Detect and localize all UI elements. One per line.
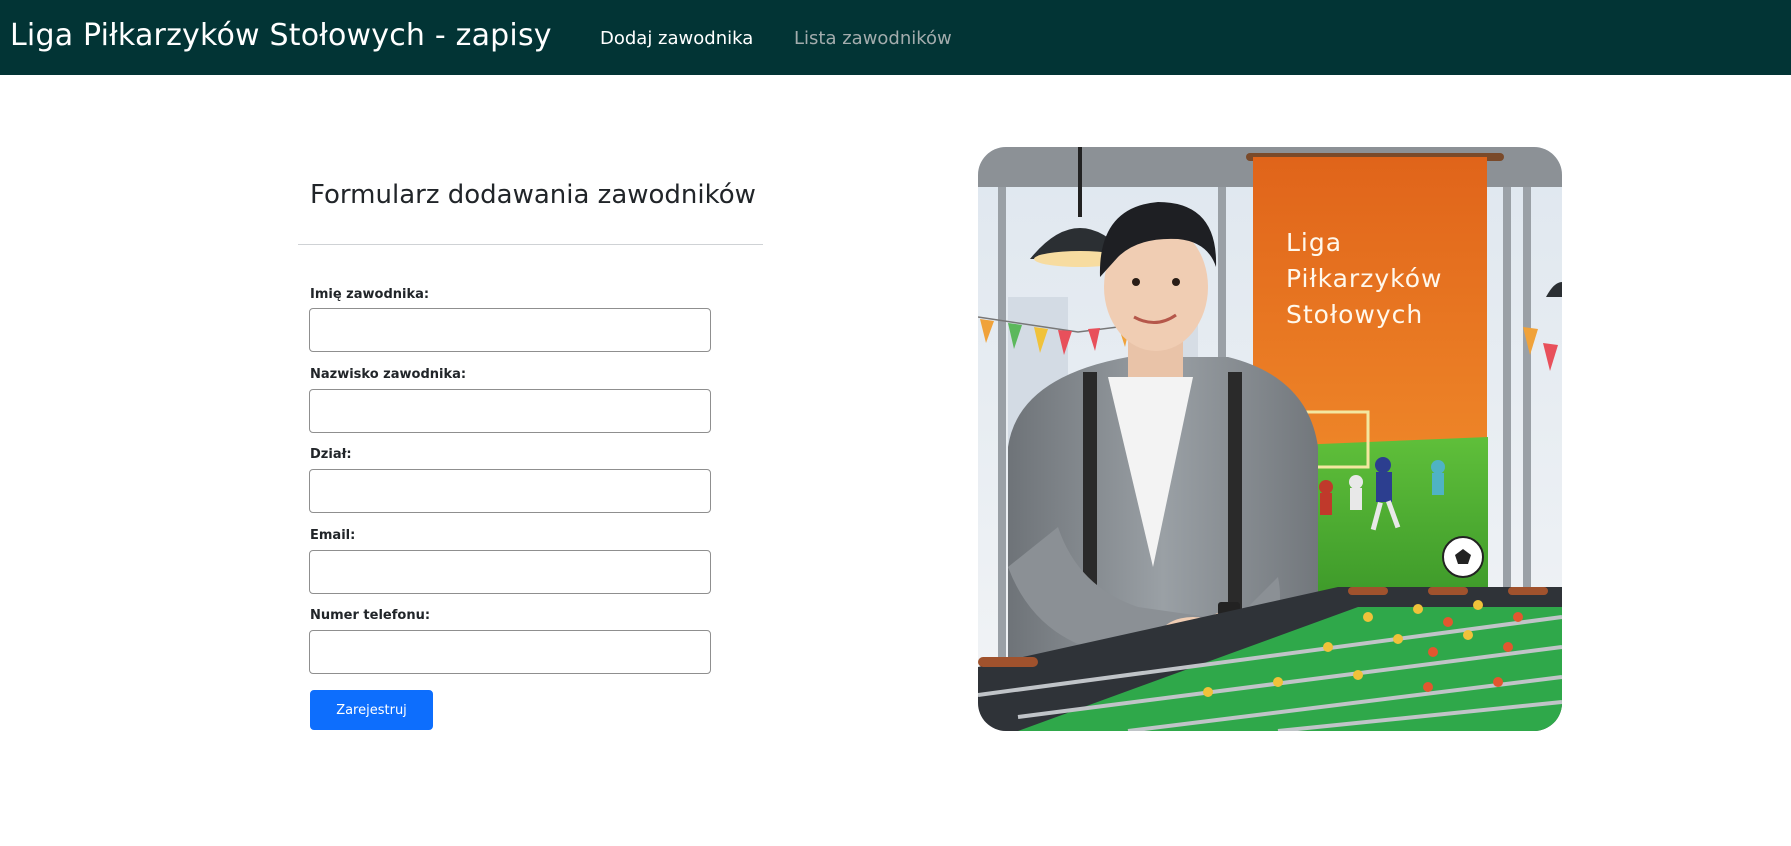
first-name-label: Imię zawodnika: bbox=[310, 287, 430, 302]
first-name-input[interactable] bbox=[309, 308, 711, 352]
phone-label: Numer telefonu: bbox=[310, 608, 431, 623]
banner-text: Liga Piłkarzyków Stołowych bbox=[1286, 225, 1442, 333]
hero-illustration: Liga Piłkarzyków Stołowych bbox=[978, 147, 1562, 731]
nav-link-player-list[interactable]: Lista zawodników bbox=[794, 28, 952, 49]
phone-input[interactable] bbox=[309, 630, 711, 674]
nav-link-add-player[interactable]: Dodaj zawodnika bbox=[600, 28, 753, 49]
department-label: Dział: bbox=[310, 447, 352, 462]
email-label: Email: bbox=[310, 528, 356, 543]
form-title: Formularz dodawania zawodników bbox=[310, 180, 756, 210]
department-input[interactable] bbox=[309, 469, 711, 513]
banner-line-2: Piłkarzyków bbox=[1286, 264, 1443, 293]
form-divider bbox=[298, 244, 763, 245]
banner-line-3: Stołowych bbox=[1286, 300, 1424, 329]
navbar-brand[interactable]: Liga Piłkarzyków Stołowych - zapisy bbox=[10, 18, 552, 53]
hero-illustration-graphic bbox=[978, 147, 1562, 731]
banner-line-1: Liga bbox=[1286, 228, 1343, 257]
last-name-input[interactable] bbox=[309, 389, 711, 433]
email-input[interactable] bbox=[309, 550, 711, 594]
top-navbar: Liga Piłkarzyków Stołowych - zapisy Doda… bbox=[0, 0, 1791, 75]
register-button[interactable]: Zarejestruj bbox=[310, 690, 433, 730]
last-name-label: Nazwisko zawodnika: bbox=[310, 367, 467, 382]
